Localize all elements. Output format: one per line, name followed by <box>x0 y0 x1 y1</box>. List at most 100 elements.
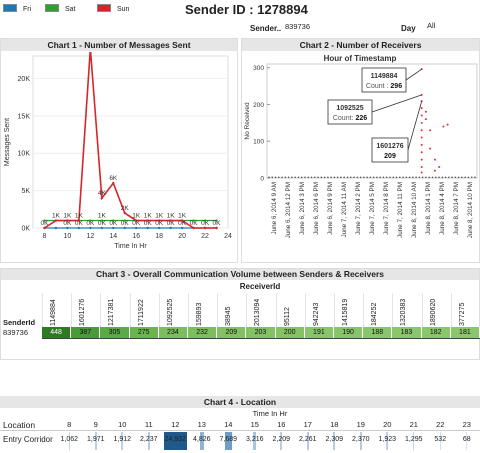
baseline-point <box>454 176 457 179</box>
data-label: 4K <box>98 190 107 197</box>
x-tick-label: 16 <box>132 233 140 240</box>
baseline-point <box>287 176 290 179</box>
volume-cell[interactable]: 232 <box>188 327 218 338</box>
baseline-point <box>448 176 450 179</box>
x-tick-label: 10 <box>64 233 72 240</box>
data-label: 1K <box>75 213 84 220</box>
x-tick-label: June 6, 2014 9 PM <box>327 182 334 235</box>
location-header: Location <box>3 420 36 430</box>
sender-filter-value[interactable]: 839736 <box>285 22 310 31</box>
day-filter-value[interactable]: All <box>427 21 435 30</box>
baseline-point <box>389 176 391 179</box>
data-point <box>420 143 423 146</box>
baseline-point <box>291 176 293 179</box>
legend-item-sun[interactable]: Sun <box>97 4 129 13</box>
data-point <box>180 226 184 230</box>
hour-label: 21 <box>409 420 418 429</box>
baseline-point <box>346 176 349 179</box>
hour-label: 22 <box>436 420 445 429</box>
data-point <box>420 129 423 132</box>
location-value-cell[interactable]: 2,309 <box>321 436 348 443</box>
receiver-id-label: 38945 <box>225 306 233 326</box>
baseline-point <box>300 176 303 179</box>
volume-cell[interactable]: 190 <box>334 327 364 338</box>
data-label: 1K <box>132 213 141 220</box>
baseline-point <box>297 176 300 179</box>
data-point <box>146 226 149 230</box>
baseline-point <box>343 176 346 179</box>
x-tick-label: June 8, 2014 4 PM <box>439 182 446 235</box>
location-value-cell[interactable]: 1,295 <box>401 436 428 443</box>
baseline-point <box>304 176 306 179</box>
callout-id: 1149884 <box>371 73 398 80</box>
time-in-hr-header: Time In Hr <box>252 409 288 418</box>
baseline-point <box>281 176 283 179</box>
column-separator <box>363 293 365 327</box>
data-point <box>420 136 423 139</box>
volume-cell[interactable]: 203 <box>246 327 276 338</box>
receiver-id-label: 1092525 <box>166 298 174 326</box>
baseline-point <box>431 176 434 179</box>
volume-cell[interactable]: 181 <box>450 327 480 338</box>
volume-cell[interactable]: 188 <box>363 327 393 338</box>
volume-cell[interactable]: 305 <box>100 327 130 338</box>
baseline-point <box>340 176 342 179</box>
location-value-cell[interactable]: 2,209 <box>268 436 295 443</box>
location-value-cell[interactable]: 24,932 <box>162 436 189 443</box>
hour-label: 18 <box>330 420 339 429</box>
data-point <box>420 165 423 168</box>
data-point <box>420 114 423 117</box>
legend-item-fri[interactable]: Fri <box>3 4 31 13</box>
location-value-cell[interactable]: 1,923 <box>374 436 401 443</box>
chart1-title: Chart 1 - Number of Messages Sent <box>1 39 237 51</box>
baseline-point <box>376 176 378 179</box>
data-point <box>429 147 432 150</box>
volume-cell[interactable]: 387 <box>71 327 101 338</box>
baseline-point <box>372 176 375 179</box>
x-tick-label: June 7, 2014 11 AM <box>341 182 348 238</box>
volume-cell[interactable]: 209 <box>217 327 247 338</box>
location-value-cell[interactable]: 2,237 <box>136 436 163 443</box>
location-value-cell[interactable]: 4,826 <box>189 436 216 443</box>
location-value-cell[interactable]: 532 <box>427 436 454 443</box>
location-value-cell[interactable]: 3,216 <box>242 436 269 443</box>
data-label: 0K <box>213 220 222 227</box>
x-tick-label: June 7, 2014 8 PM <box>383 182 390 235</box>
hour-label: 14 <box>224 420 233 429</box>
baseline-point <box>464 176 466 179</box>
location-value-cell[interactable]: 1,971 <box>83 436 110 443</box>
hour-label: 16 <box>277 420 286 429</box>
location-value-cell[interactable]: 68 <box>454 436 480 443</box>
location-value-cell[interactable]: 7,689 <box>215 436 242 443</box>
callout-count-label: Count : <box>366 83 391 90</box>
location-value-cell[interactable]: 1,062 <box>56 436 83 443</box>
y-tick-label: 15K <box>18 113 31 120</box>
x-tick-label: 24 <box>224 233 232 240</box>
baseline-point <box>438 176 440 179</box>
column-separator <box>450 293 452 327</box>
data-label: 0K <box>201 220 210 227</box>
volume-cell[interactable]: 200 <box>275 327 305 338</box>
volume-cell[interactable]: 183 <box>392 327 422 338</box>
volume-cell[interactable]: 275 <box>129 327 159 338</box>
volume-cell[interactable]: 448 <box>42 327 72 338</box>
baseline-point <box>327 176 329 179</box>
messages-sent-chart: 0K 5K 10K 15K 20K 8 10 12 14 16 18 20 22 24 Time In Hr… <box>4 52 232 250</box>
location-value-cell[interactable]: 1,912 <box>109 436 136 443</box>
volume-cell[interactable]: 182 <box>421 327 451 338</box>
volume-cell[interactable]: 234 <box>158 327 188 338</box>
callout-count: Count : 296 <box>366 83 402 90</box>
location-value-cell[interactable]: 2,370 <box>348 436 375 443</box>
volume-cell[interactable]: 191 <box>304 327 334 338</box>
y-tick-label: 200 <box>253 102 264 109</box>
x-tick-label: June 6, 2014 12 PM <box>285 182 292 238</box>
baseline-point <box>392 176 395 179</box>
callout-id: 1601276 <box>376 143 403 150</box>
hour-label: 9 <box>93 420 98 429</box>
data-point <box>446 123 449 126</box>
hour-label: 13 <box>197 420 206 429</box>
location-value-cell[interactable]: 2,261 <box>295 436 322 443</box>
legend-item-sat[interactable]: Sat <box>45 4 76 13</box>
baseline-point <box>336 176 339 179</box>
data-point <box>89 226 92 230</box>
